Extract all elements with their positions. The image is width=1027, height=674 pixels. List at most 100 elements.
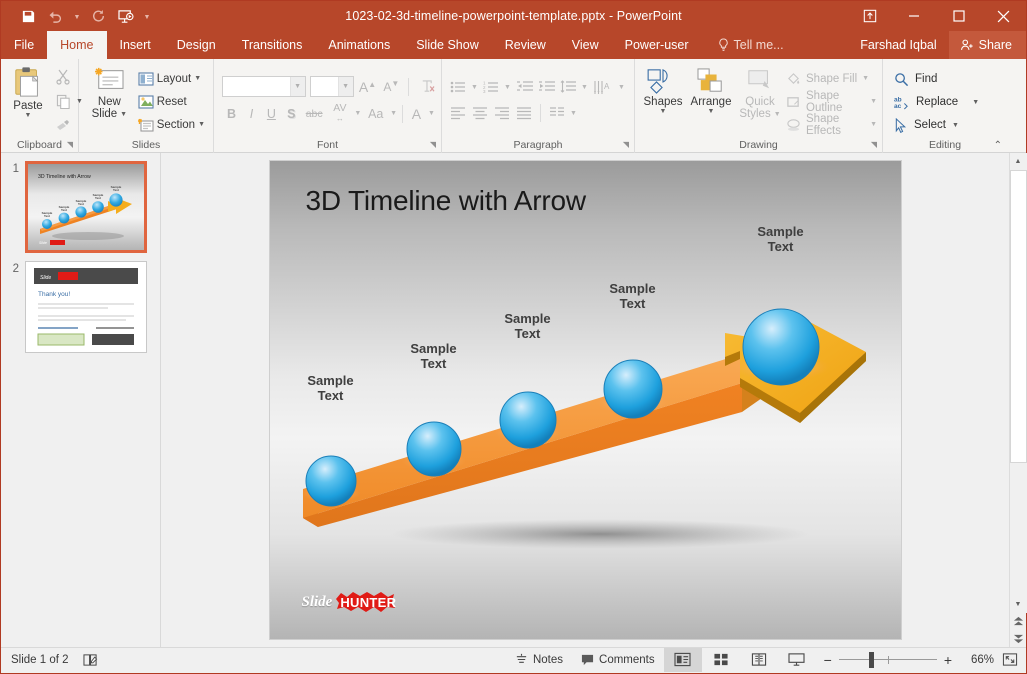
shape-fill-dropdown-icon[interactable]: ▼ [862, 75, 869, 82]
user-name[interactable]: Farshad Iqbal [848, 31, 948, 59]
tab-animations[interactable]: Animations [315, 31, 403, 59]
tab-slide-show[interactable]: Slide Show [403, 31, 492, 59]
save-icon[interactable] [15, 4, 41, 28]
reset-button[interactable]: Reset [135, 90, 208, 113]
presentation-icon[interactable] [113, 4, 139, 28]
increase-font-size-button[interactable]: A▲ [358, 76, 378, 98]
align-left-button[interactable] [447, 102, 469, 124]
zoom-in-button[interactable]: + [944, 652, 952, 668]
text-shadow-button[interactable]: S [282, 103, 301, 125]
thumbnail-slide-2[interactable]: 2 Slide Thank you! [1, 261, 160, 353]
columns-dropdown-icon[interactable]: ▼ [568, 102, 579, 124]
thumbnail-slide-1[interactable]: 1 3D Timeline with [1, 161, 160, 253]
new-slide-dropdown-icon[interactable]: ▼ [120, 111, 127, 118]
collapse-ribbon-icon[interactable]: ⌃ [994, 140, 1002, 151]
node-label-4[interactable]: SampleText [595, 281, 671, 311]
font-size-dropdown-icon[interactable]: ▼ [338, 77, 353, 96]
node-label-2[interactable]: SampleText [396, 341, 472, 371]
tell-me-search[interactable]: Tell me... [718, 31, 784, 59]
line-spacing-button[interactable] [557, 76, 579, 98]
comments-button[interactable]: Comments [572, 648, 664, 672]
vertical-scrollbar[interactable]: ▲ ▼ [1009, 153, 1026, 647]
tab-file[interactable]: File [1, 31, 47, 59]
drawing-dialog-launcher-icon[interactable]: ◥ [871, 137, 877, 152]
numbering-button[interactable]: 123 [480, 76, 502, 98]
slide-sorter-view-button[interactable] [702, 648, 740, 672]
replace-button[interactable]: abac Replace ▼ [888, 91, 1002, 114]
section-button[interactable]: Section ▼ [135, 113, 208, 136]
decrease-indent-button[interactable] [513, 76, 535, 98]
line-spacing-dropdown-icon[interactable]: ▼ [579, 76, 590, 98]
align-right-button[interactable] [491, 102, 513, 124]
copy-icon[interactable] [50, 90, 76, 112]
bold-button[interactable]: B [222, 103, 241, 125]
previous-slide-icon[interactable] [1010, 613, 1027, 630]
font-name-dropdown-icon[interactable]: ▼ [290, 77, 305, 96]
ribbon-display-options-icon[interactable] [849, 1, 891, 31]
section-dropdown-icon[interactable]: ▼ [198, 121, 205, 128]
arrange-button[interactable]: Arrange ▼ [686, 62, 736, 138]
undo-dropdown-icon[interactable]: ▼ [71, 4, 83, 28]
bullets-button[interactable] [447, 76, 469, 98]
undo-icon[interactable] [43, 4, 69, 28]
new-slide-button[interactable]: New Slide ▼ [84, 62, 135, 138]
arrange-dropdown-icon[interactable]: ▼ [708, 108, 715, 115]
close-icon[interactable] [981, 1, 1026, 31]
shape-effects-dropdown-icon[interactable]: ▼ [870, 121, 877, 128]
justify-button[interactable] [513, 102, 535, 124]
normal-view-button[interactable] [664, 648, 702, 672]
zoom-out-button[interactable]: − [824, 652, 832, 668]
tab-review[interactable]: Review [492, 31, 559, 59]
quick-styles-button[interactable]: Quick Styles ▼ [736, 62, 784, 138]
cut-icon[interactable] [50, 66, 76, 88]
select-dropdown-icon[interactable]: ▼ [952, 122, 959, 129]
shape-fill-button[interactable]: Shape Fill ▼ [784, 67, 877, 90]
zoom-level[interactable]: 66% [960, 654, 994, 666]
notes-page-icon[interactable] [83, 653, 98, 667]
tab-power-user[interactable]: Power-user [612, 31, 702, 59]
shape-outline-dropdown-icon[interactable]: ▼ [870, 98, 877, 105]
font-dialog-launcher-icon[interactable]: ◥ [430, 137, 436, 152]
character-spacing-button[interactable]: AV↔ [328, 103, 353, 125]
zoom-slider[interactable] [839, 648, 937, 672]
customize-quick-access-icon[interactable]: ▼ [141, 4, 153, 28]
scroll-up-icon[interactable]: ▲ [1010, 153, 1027, 170]
shape-outline-button[interactable]: Shape Outline ▼ [784, 90, 877, 113]
quick-styles-dropdown-icon[interactable]: ▼ [774, 111, 781, 118]
italic-button[interactable]: I [242, 103, 261, 125]
strikethrough-button[interactable]: abc [302, 103, 327, 125]
tab-view[interactable]: View [559, 31, 612, 59]
paragraph-dialog-launcher-icon[interactable]: ◥ [623, 137, 629, 152]
tab-home[interactable]: Home [47, 31, 106, 59]
bullets-dropdown-icon[interactable]: ▼ [469, 76, 480, 98]
share-button[interactable]: Share [949, 31, 1026, 59]
zoom-control[interactable]: − + [816, 648, 960, 672]
node-label-3[interactable]: SampleText [490, 311, 566, 341]
paste-button[interactable]: Paste ▼ [6, 62, 50, 138]
scrollbar-track[interactable] [1010, 170, 1027, 596]
node-label-5[interactable]: SampleText [743, 224, 819, 254]
clear-formatting-button[interactable] [416, 76, 436, 98]
layout-button[interactable]: Layout ▼ [135, 67, 208, 90]
notes-button[interactable]: Notes [506, 648, 572, 672]
slide-canvas[interactable]: 3D Timeline with Arrow [270, 161, 901, 639]
font-name-input[interactable]: ▼ [222, 76, 306, 97]
reading-view-button[interactable] [740, 648, 778, 672]
shapes-button[interactable]: Shapes ▼ [640, 62, 686, 138]
text-direction-button[interactable]: A [590, 76, 616, 98]
numbering-dropdown-icon[interactable]: ▼ [502, 76, 513, 98]
change-case-dropdown-icon[interactable]: ▼ [389, 103, 398, 125]
fit-slide-to-window-button[interactable] [994, 648, 1026, 672]
redo-icon[interactable] [85, 4, 111, 28]
maximize-icon[interactable] [936, 1, 981, 31]
shapes-dropdown-icon[interactable]: ▼ [660, 108, 667, 115]
font-color-button[interactable]: A [407, 103, 426, 125]
change-case-button[interactable]: Aa [363, 103, 388, 125]
align-center-button[interactable] [469, 102, 491, 124]
text-direction-dropdown-icon[interactable]: ▼ [616, 76, 627, 98]
slide-thumbnail-pane[interactable]: 1 3D Timeline with [1, 153, 161, 647]
columns-button[interactable] [546, 102, 568, 124]
shape-effects-button[interactable]: Shape Effects ▼ [784, 113, 877, 136]
tab-transitions[interactable]: Transitions [229, 31, 316, 59]
character-spacing-dropdown-icon[interactable]: ▼ [353, 103, 362, 125]
